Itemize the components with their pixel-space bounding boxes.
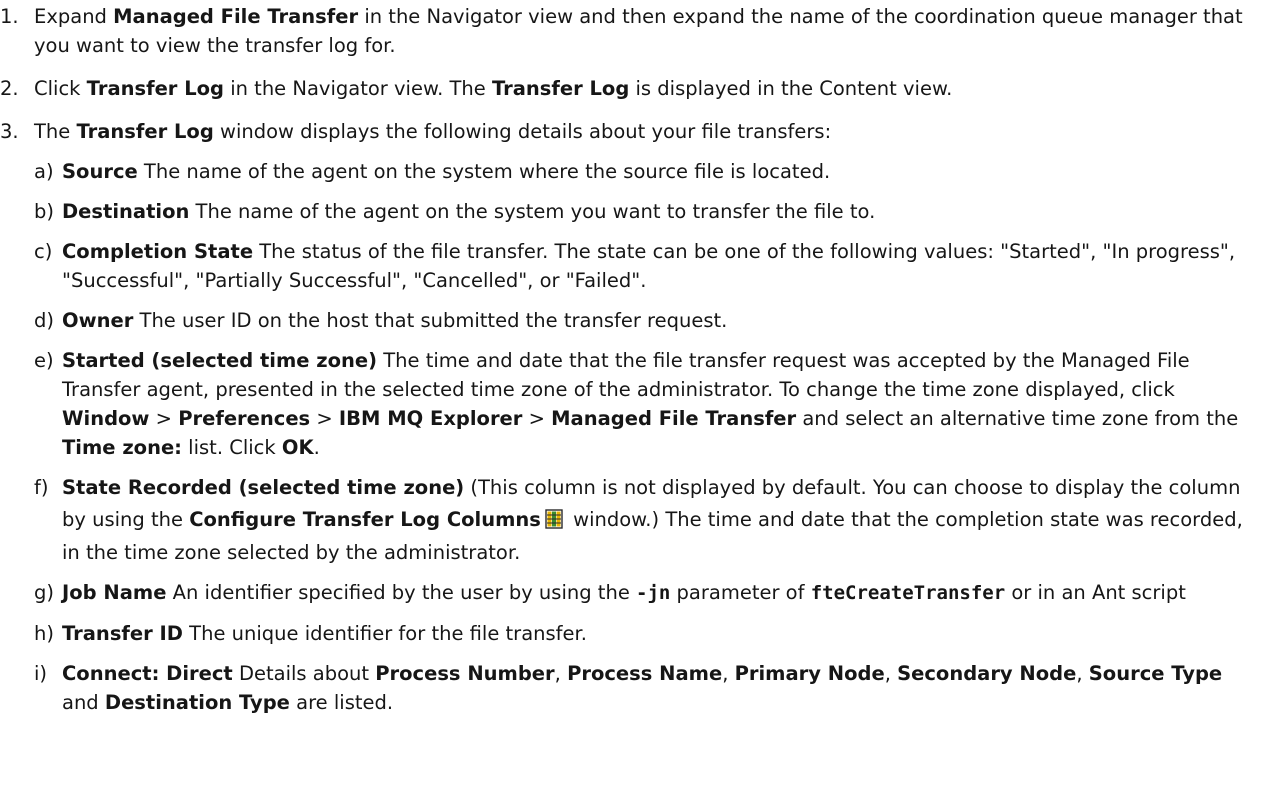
step-text: window displays the following details ab… [213,120,832,143]
menu-managed-file-transfer: Managed File Transfer [551,407,797,430]
description: parameter of [670,581,811,604]
ui-term: Transfer Log [76,120,214,143]
menu-window: Window [62,407,150,430]
substep-letter: g) [34,581,54,604]
substep-letter: e) [34,349,54,372]
term: Owner [62,309,134,332]
substep-d: d) Owner The user ID on the host that su… [0,306,1262,335]
substep-letter: f) [34,476,49,499]
separator: > [149,407,179,430]
separator: > [310,407,339,430]
separator: , [884,662,898,685]
step-number: 1. [0,5,19,28]
term-process-number: Process Number [375,662,555,685]
step-2: 2. Click Transfer Log in the Navigator v… [0,74,1244,103]
substep-f: f) State Recorded (selected time zone) (… [0,473,1262,567]
step-text: is displayed in the Content view. [629,77,953,100]
substep-i: i) Connect: Direct Details about Process… [0,659,1262,717]
description: The name of the agent on the system you … [189,200,876,223]
step-text: Click [34,77,87,100]
substep-e: e) Started (selected time zone) The time… [0,346,1262,462]
separator: , [722,662,735,685]
time-zone-label: Time zone: [62,436,182,459]
step-text: Expand [34,5,114,28]
description: The unique identifier for the file trans… [182,622,587,645]
term: Configure Transfer Log Columns [189,508,541,531]
term: Completion State [62,240,254,263]
separator: , [1076,662,1089,685]
description: and select an alternative time zone from… [796,407,1239,430]
description: Details about [232,662,376,685]
step-3: 3. The Transfer Log window displays the … [0,117,1244,146]
term: Source [62,160,138,183]
term: Job Name [62,581,167,604]
substep-letter: b) [34,200,54,223]
ui-term: Transfer Log [491,77,630,100]
description: or in an Ant script [1005,581,1186,604]
description: The user ID on the host that submitted t… [133,309,728,332]
parameter-code: -jn [636,582,671,604]
command-code: fteCreateTransfer [810,582,1006,604]
step-1: 1. Expand Managed File Transfer in the N… [0,2,1244,60]
description: . [313,436,320,459]
separator: > [522,407,552,430]
instruction-document: 1. Expand Managed File Transfer in the N… [0,0,1279,717]
description: The name of the agent on the system wher… [137,160,831,183]
step-text: in the Navigator view. The [224,77,492,100]
term-secondary-node: Secondary Node [897,662,1077,685]
configure-columns-icon [545,509,563,529]
ui-term: Managed File Transfer [113,5,359,28]
description: are listed. [289,691,394,714]
step-number: 2. [0,77,19,100]
menu-ibm-mq-explorer: IBM MQ Explorer [338,407,523,430]
substep-letter: i) [34,662,48,685]
substep-letter: a) [34,160,54,183]
substep-b: b) Destination The name of the agent on … [0,197,1262,226]
substep-c: c) Completion State The status of the fi… [0,237,1262,295]
term: State Recorded (selected time zone) [62,476,465,499]
term: Started (selected time zone) [62,349,378,372]
separator: and [62,691,105,714]
term-primary-node: Primary Node [734,662,885,685]
description: list. Click [181,436,282,459]
substep-h: h) Transfer ID The unique identifier for… [0,619,1262,648]
term: Destination [62,200,190,223]
step-number: 3. [0,120,19,143]
substep-g: g) Job Name An identifier specified by t… [0,578,1262,608]
term-destination-type: Destination Type [104,691,290,714]
term: Connect: Direct [62,662,233,685]
ui-term: Transfer Log [86,77,224,100]
term: Transfer ID [62,622,183,645]
substep-letter: h) [34,622,54,645]
step-text: The [34,120,77,143]
menu-preferences: Preferences [178,407,311,430]
substep-a: a) Source The name of the agent on the s… [0,157,1262,186]
substep-letter: d) [34,309,54,332]
term-process-name: Process Name [567,662,723,685]
term-source-type: Source Type [1088,662,1223,685]
substep-letter: c) [34,240,53,263]
separator: , [554,662,568,685]
ok-label: OK [281,436,314,459]
substep-list: a) Source The name of the agent on the s… [0,157,1279,717]
description: An identifier specified by the user by u… [166,581,637,604]
